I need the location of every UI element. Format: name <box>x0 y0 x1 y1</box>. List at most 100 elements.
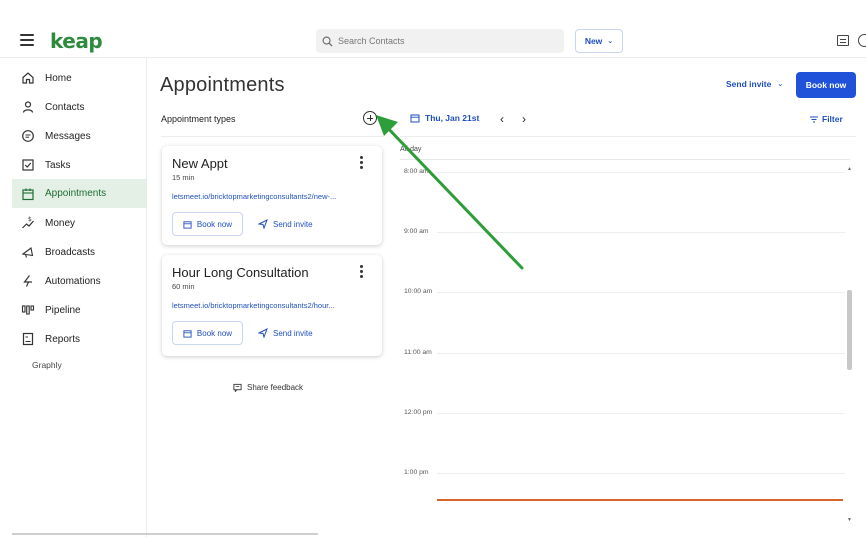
sidebar-item-label: Pipeline <box>45 304 81 316</box>
feedback-icon <box>233 383 242 392</box>
sidebar-item-label: Appointments <box>45 188 107 199</box>
new-button-label: New <box>584 36 603 46</box>
send-invite-label: Send invite <box>273 219 313 229</box>
book-now-button[interactable]: Book now <box>172 321 243 345</box>
sidebar-item-pipeline[interactable]: Pipeline <box>12 296 147 324</box>
megaphone-icon <box>20 245 35 260</box>
calendar-icon <box>20 186 35 201</box>
add-appointment-type-icon[interactable] <box>363 111 377 125</box>
help-icon[interactable] <box>858 34 866 47</box>
hour-slot[interactable] <box>437 292 845 293</box>
send-invite-label: Send invite <box>726 79 772 89</box>
hour-slot[interactable] <box>437 232 845 233</box>
time-label: 9:00 am <box>404 228 429 235</box>
sidebar-item-tasks[interactable]: Tasks <box>12 151 147 179</box>
sidebar-item-contacts[interactable]: Contacts <box>12 93 147 121</box>
send-invite-dropdown[interactable]: Send invite ⌄ <box>726 79 783 89</box>
search-placeholder: Search Contacts <box>338 36 405 46</box>
filter-label: Filter <box>822 114 843 124</box>
lightning-icon <box>20 274 35 289</box>
appointment-type-name: New Appt <box>172 156 228 171</box>
scroll-up-icon[interactable]: ▲ <box>847 166 852 172</box>
all-day-label: All-day <box>400 146 422 153</box>
keap-logo[interactable]: keap <box>50 29 103 53</box>
hour-slot[interactable] <box>437 413 845 414</box>
book-now-button[interactable]: Book now <box>172 212 243 236</box>
sidebar-item-money[interactable]: $ Money <box>12 209 147 237</box>
send-invite-button[interactable]: Send invite <box>258 321 313 345</box>
divider <box>161 136 384 137</box>
book-now-label: Book now <box>196 219 233 229</box>
hour-slot[interactable] <box>437 172 845 173</box>
send-icon <box>258 219 268 229</box>
sidebar-item-label: Contacts <box>45 101 85 113</box>
sidebar: Home Contacts Messages Tasks Appointment… <box>0 58 318 537</box>
share-feedback-button[interactable]: Share feedback <box>233 383 303 392</box>
svg-text:$: $ <box>28 216 32 223</box>
scroll-down-icon[interactable]: ▼ <box>847 517 852 523</box>
calendar-icon <box>410 114 420 123</box>
money-icon: $ <box>20 216 35 231</box>
filter-icon <box>810 116 818 122</box>
book-now-button[interactable]: Book now <box>796 72 856 98</box>
horizontal-scrollbar[interactable] <box>12 533 318 535</box>
calendar-icon <box>183 329 192 338</box>
calendar-date-picker[interactable]: Thu, Jan 21st <box>410 113 479 123</box>
calendar-icon <box>183 220 192 229</box>
sidebar-item-label: Broadcasts <box>45 246 96 258</box>
sidebar-item-label: Reports <box>45 333 81 345</box>
pipeline-icon <box>20 303 35 318</box>
send-invite-button[interactable]: Send invite <box>258 212 313 236</box>
sidebar-item-messages[interactable]: Messages <box>12 122 147 150</box>
sidebar-item-graphly[interactable]: Graphly <box>32 360 62 370</box>
more-options-icon[interactable] <box>360 156 364 170</box>
time-label: 12:00 pm <box>404 409 433 416</box>
more-options-icon[interactable] <box>360 265 364 279</box>
appointment-type-card: Hour Long Consultation 60 min letsmeet.i… <box>162 255 382 356</box>
search-input[interactable]: Search Contacts <box>316 29 564 53</box>
book-now-label: Book now <box>196 328 233 338</box>
person-icon <box>20 100 35 115</box>
time-label: 11:00 am <box>404 349 432 356</box>
sidebar-item-label: Home <box>45 72 72 84</box>
share-feedback-label: Share feedback <box>247 383 304 392</box>
booking-link[interactable]: letsmeet.io/bricktopmarketingconsultants… <box>172 192 377 201</box>
sidebar-item-label: Automations <box>45 275 101 287</box>
sidebar-item-label: Messages <box>45 130 91 142</box>
page-title: Appointments <box>160 74 285 96</box>
filter-button[interactable]: Filter <box>810 114 843 124</box>
appointment-types-heading: Appointment types <box>161 114 236 124</box>
sidebar-item-label: Money <box>45 217 76 229</box>
chat-icon <box>20 129 35 144</box>
new-button[interactable]: New ⌄ <box>575 29 623 53</box>
divider <box>400 136 856 137</box>
next-day-icon[interactable]: › <box>522 112 526 126</box>
appointment-type-duration: 15 min <box>172 173 195 182</box>
hour-slot[interactable] <box>437 473 845 474</box>
chevron-down-icon: ⌄ <box>777 81 784 88</box>
sidebar-item-broadcasts[interactable]: Broadcasts <box>12 238 147 266</box>
chevron-down-icon: ⌄ <box>607 38 614 45</box>
previous-day-icon[interactable]: ‹ <box>500 112 504 126</box>
sidebar-item-label: Tasks <box>45 159 71 171</box>
booking-link[interactable]: letsmeet.io/bricktopmarketingconsultants… <box>172 301 377 310</box>
appointment-type-name: Hour Long Consultation <box>172 265 309 280</box>
contact-card-icon[interactable] <box>837 35 849 46</box>
appointment-type-duration: 60 min <box>172 282 195 291</box>
home-icon <box>20 71 35 86</box>
sidebar-item-reports[interactable]: Reports <box>12 325 147 353</box>
checkbox-icon <box>20 158 35 173</box>
time-label: 8:00 am <box>404 168 429 175</box>
vertical-scrollbar[interactable] <box>847 290 852 370</box>
sidebar-item-home[interactable]: Home <box>12 64 147 92</box>
search-icon <box>322 36 333 47</box>
hour-slot[interactable] <box>437 353 845 354</box>
sidebar-item-appointments[interactable]: Appointments <box>12 179 147 208</box>
send-invite-label: Send invite <box>273 328 313 338</box>
sidebar-item-automations[interactable]: Automations <box>12 267 147 295</box>
hamburger-icon[interactable] <box>20 34 34 46</box>
current-time-indicator <box>437 499 843 501</box>
time-label: 1:00 pm <box>404 469 429 476</box>
time-label: 10:00 am <box>404 288 433 295</box>
all-day-row[interactable] <box>400 159 850 160</box>
